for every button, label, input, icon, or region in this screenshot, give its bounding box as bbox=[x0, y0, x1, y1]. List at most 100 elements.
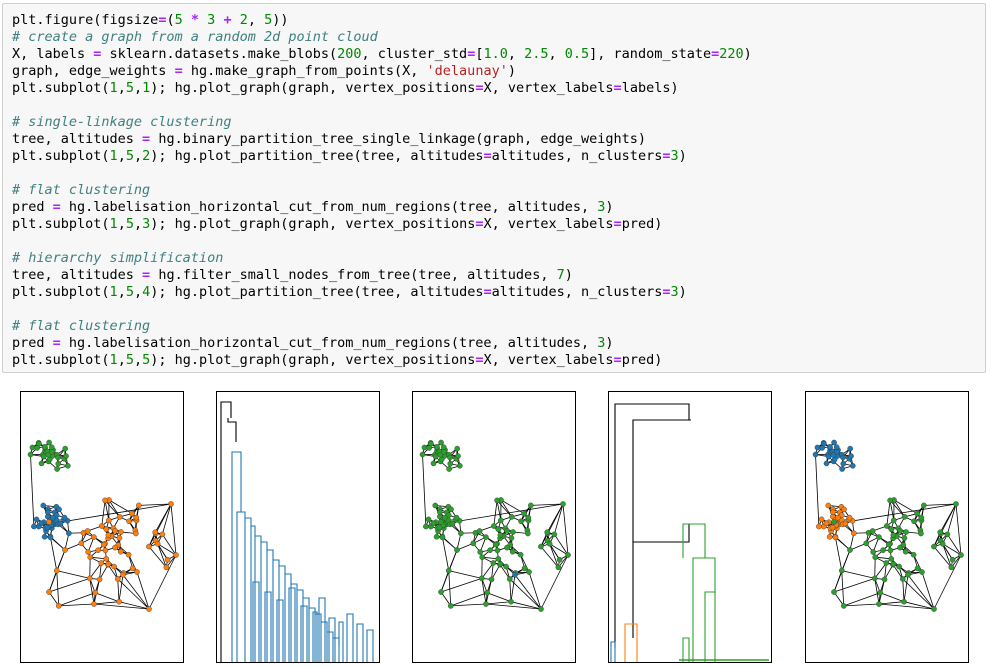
graph-vertex bbox=[949, 556, 956, 563]
graph-vertex bbox=[116, 598, 122, 605]
graph-vertex bbox=[829, 524, 836, 531]
code-line: plt.figure(figsize=(5 * 3 + 2, 5)) bbox=[12, 12, 289, 28]
graph-vertex bbox=[870, 549, 877, 555]
code-line: plt.subplot(1,5,1); hg.plot_graph(graph,… bbox=[12, 80, 679, 96]
graph-vertex bbox=[47, 534, 54, 541]
graph-vertex bbox=[871, 575, 878, 582]
graph-vertex bbox=[903, 529, 909, 535]
graph-vertex bbox=[133, 514, 140, 521]
dendrogram-link bbox=[296, 589, 304, 662]
graph-vertex bbox=[863, 540, 870, 547]
graph-vertex bbox=[890, 561, 897, 567]
graph-vertex bbox=[525, 514, 532, 521]
code-line: tree, altitudes = hg.filter_small_nodes_… bbox=[12, 267, 573, 283]
graph-vertex bbox=[478, 575, 485, 582]
graph-vertex bbox=[44, 524, 51, 531]
graph-vertex bbox=[55, 603, 62, 609]
graph-vertex bbox=[931, 606, 937, 612]
graph-edge bbox=[562, 503, 569, 556]
dendrogram-link bbox=[624, 623, 638, 662]
graph-vertex bbox=[42, 443, 48, 450]
graph-edge bbox=[422, 454, 427, 527]
graph-vertex bbox=[901, 514, 908, 520]
graph-edge bbox=[148, 546, 167, 568]
graph-vertex bbox=[438, 519, 444, 525]
dendrogram-link bbox=[227, 418, 237, 442]
graph-vertex bbox=[146, 606, 152, 612]
graph-edge bbox=[500, 499, 513, 518]
graph-edge bbox=[93, 603, 150, 610]
graph-vertex bbox=[833, 444, 840, 450]
graph-vertex bbox=[31, 523, 37, 530]
dendrogram-link bbox=[302, 597, 310, 662]
dendrogram-link bbox=[278, 565, 286, 662]
graph-edge bbox=[940, 503, 957, 534]
graph-vertex bbox=[825, 502, 832, 509]
graph-vertex bbox=[834, 449, 840, 455]
dendrogram-link bbox=[318, 597, 326, 662]
graph-vertex bbox=[421, 444, 428, 451]
graph-vertex bbox=[884, 523, 890, 529]
code-line: # hierarchy simplification bbox=[12, 250, 224, 266]
graph-vertex bbox=[812, 451, 819, 458]
graph-vertex bbox=[825, 453, 832, 460]
graph-edge bbox=[448, 549, 458, 571]
graph-vertex bbox=[440, 444, 447, 450]
graph-vertex bbox=[53, 567, 60, 574]
graph-edge bbox=[487, 592, 512, 603]
graph-vertex bbox=[827, 443, 833, 450]
graph-vertex bbox=[939, 541, 946, 547]
graph-edge bbox=[880, 592, 905, 603]
dendrogram-link bbox=[244, 517, 252, 662]
graph-vertex bbox=[544, 529, 551, 536]
graph-vertex bbox=[918, 514, 925, 521]
dendrogram-link bbox=[252, 581, 260, 662]
graph-vertex bbox=[29, 444, 36, 451]
dendrogram-link bbox=[692, 557, 716, 662]
graph-vertex bbox=[120, 572, 126, 578]
graph-vertex bbox=[111, 563, 117, 570]
graph-vertex bbox=[46, 439, 52, 446]
subplot-flat-clustering-2 bbox=[805, 391, 969, 663]
graph-vertex bbox=[453, 514, 460, 521]
graph-vertex bbox=[118, 529, 124, 535]
code-cell[interactable]: plt.figure(figsize=(5 * 3 + 2, 5)) # cre… bbox=[2, 3, 986, 373]
graph-vertex bbox=[129, 510, 135, 517]
graph-edge bbox=[117, 578, 120, 602]
graph-edge bbox=[500, 499, 525, 514]
graph-vertex bbox=[438, 589, 444, 595]
graph-vertex bbox=[48, 444, 55, 450]
dendrogram-link bbox=[682, 637, 690, 662]
graph-vertex bbox=[454, 547, 460, 553]
output-area bbox=[0, 376, 991, 667]
graph-vertex bbox=[476, 528, 483, 534]
graph-edge bbox=[56, 570, 90, 579]
graph-vertex bbox=[103, 526, 110, 533]
dendrogram-link bbox=[366, 629, 374, 662]
graph-vertex bbox=[555, 564, 562, 571]
graph-vertex bbox=[872, 554, 878, 560]
graph-vertex bbox=[62, 547, 68, 553]
dendrogram-link bbox=[314, 613, 322, 662]
dendrogram-link bbox=[610, 641, 616, 662]
graph-vertex bbox=[921, 502, 927, 509]
dendrogram-link bbox=[276, 599, 284, 662]
graph-vertex bbox=[173, 552, 179, 558]
graph-vertex bbox=[556, 556, 563, 563]
graph-vertex bbox=[565, 552, 571, 558]
code-editor[interactable]: plt.figure(figsize=(5 * 3 + 2, 5)) # cre… bbox=[3, 4, 985, 377]
code-line: tree, altitudes = hg.binary_partition_tr… bbox=[12, 131, 646, 147]
graph-vertex bbox=[432, 453, 439, 460]
graph-vertex bbox=[61, 514, 68, 521]
graph-vertex bbox=[65, 462, 71, 469]
graph-vertex bbox=[528, 502, 534, 509]
graph-vertex bbox=[112, 527, 118, 534]
graph-vertex bbox=[455, 453, 461, 459]
graph-vertex bbox=[102, 547, 109, 554]
graph-vertex bbox=[45, 509, 51, 516]
graph-vertex bbox=[831, 439, 837, 446]
graph-vertex bbox=[430, 520, 437, 527]
graph-edge bbox=[448, 570, 452, 606]
graph-vertex bbox=[99, 523, 105, 529]
dendrogram-link bbox=[338, 621, 344, 662]
